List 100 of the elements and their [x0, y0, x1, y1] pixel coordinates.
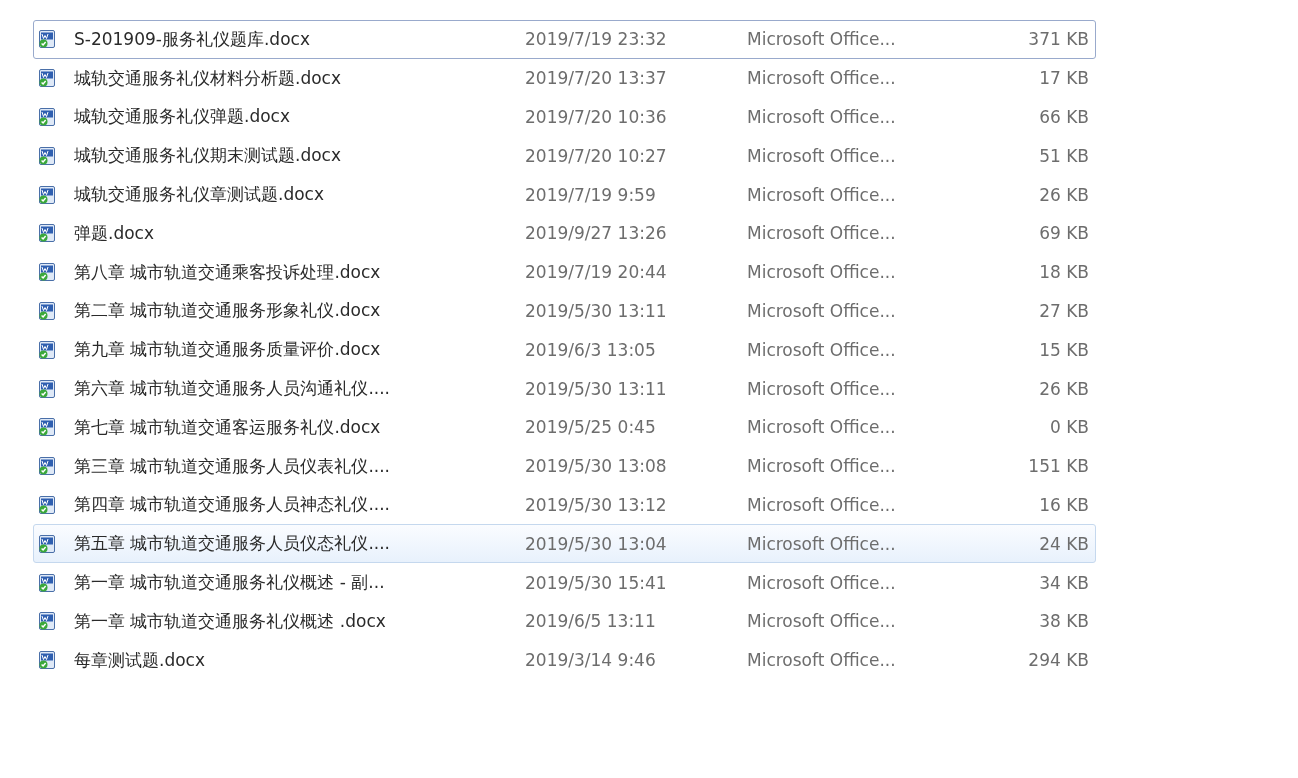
- file-name: 城轨交通服务礼仪材料分析题.docx: [74, 66, 341, 90]
- file-row[interactable]: 第三章 城市轨道交通服务人员仪表礼仪.... 2019/5/30 13:08 Microsoft Office... 151 KB: [33, 446, 1096, 486]
- file-row[interactable]: 城轨交通服务礼仪章测试题.docx 2019/7/19 9:59 Microsoft Office... 26 KB: [33, 175, 1096, 214]
- file-size: 26 KB: [1039, 378, 1089, 399]
- file-row[interactable]: S-201909-服务礼仪题库.docx 2019/7/19 23:32 Microsoft Office... 371 KB: [33, 20, 1096, 59]
- modified-date: 2019/7/20 10:27: [525, 145, 668, 166]
- file-type: Microsoft Office...: [747, 572, 897, 593]
- modified-date: 2019/5/30 13:04: [525, 533, 668, 554]
- file-row[interactable]: 城轨交通服务礼仪期末测试题.docx 2019/7/20 10:27 Microsoft Office... 51 KB: [33, 136, 1096, 176]
- file-size: 17 KB: [1039, 68, 1089, 89]
- file-size: 16 KB: [1039, 494, 1089, 515]
- modified-date: 2019/7/20 13:37: [525, 68, 668, 89]
- modified-date: 2019/3/14 9:46: [525, 650, 657, 671]
- file-size: 18 KB: [1039, 262, 1089, 283]
- file-type: Microsoft Office...: [747, 456, 897, 477]
- modified-date: 2019/5/30 13:12: [525, 494, 668, 515]
- modified-date: 2019/9/27 13:26: [525, 223, 668, 244]
- file-size: 26 KB: [1039, 184, 1089, 205]
- file-type: Microsoft Office...: [747, 378, 897, 399]
- word-document-icon: [37, 339, 57, 360]
- file-size: 0 KB: [1049, 417, 1089, 438]
- word-document-icon: [37, 29, 57, 50]
- file-type: Microsoft Office...: [747, 300, 897, 321]
- file-size: 27 KB: [1039, 300, 1089, 321]
- file-size: 51 KB: [1039, 145, 1089, 166]
- file-type: Microsoft Office...: [747, 611, 897, 632]
- file-name: 第六章 城市轨道交通服务人员沟通礼仪....: [74, 377, 391, 401]
- file-size: 69 KB: [1039, 223, 1089, 244]
- word-document-icon: [37, 145, 57, 166]
- modified-date: 2019/7/19 9:59: [525, 184, 657, 205]
- file-row[interactable]: 第八章 城市轨道交通乘客投诉处理.docx 2019/7/19 20:44 Microsoft Office... 18 KB: [33, 252, 1096, 292]
- file-name: 弹题.docx: [74, 221, 154, 245]
- file-size: 66 KB: [1039, 107, 1089, 127]
- modified-date: 2019/5/30 15:41: [525, 572, 668, 593]
- file-row[interactable]: 城轨交通服务礼仪材料分析题.docx 2019/7/20 13:37 Microsoft Office... 17 KB: [33, 58, 1096, 98]
- file-name: 第五章 城市轨道交通服务人员仪态礼仪....: [74, 532, 391, 556]
- file-row[interactable]: 第七章 城市轨道交通客运服务礼仪.docx 2019/5/25 0:45 Microsoft Office... 0 KB: [33, 407, 1096, 447]
- word-document-icon: [37, 533, 57, 554]
- file-type: Microsoft Office...: [747, 262, 897, 283]
- modified-date: 2019/5/30 13:11: [525, 300, 668, 321]
- file-name: 第八章 城市轨道交通乘客投诉处理.docx: [74, 260, 381, 284]
- file-size: 24 KB: [1039, 533, 1089, 554]
- file-size: 294 KB: [1028, 650, 1089, 671]
- file-name: 第四章 城市轨道交通服务人员神态礼仪....: [74, 493, 391, 517]
- file-row[interactable]: 弹题.docx 2019/9/27 13:26 Microsoft Office... 69 KB: [33, 214, 1096, 253]
- modified-date: 2019/6/3 13:05: [525, 339, 657, 360]
- file-type: Microsoft Office...: [747, 29, 897, 50]
- file-type: Microsoft Office...: [747, 184, 897, 205]
- file-size: 34 KB: [1039, 572, 1089, 593]
- file-name: 第三章 城市轨道交通服务人员仪表礼仪....: [74, 454, 391, 478]
- modified-date: 2019/7/19 23:32: [525, 29, 668, 50]
- file-name: 第一章 城市轨道交通服务礼仪概述 .docx: [74, 609, 386, 633]
- file-type: Microsoft Office...: [747, 417, 897, 438]
- file-row[interactable]: 第五章 城市轨道交通服务人员仪态礼仪.... 2019/5/30 13:04 Microsoft Office... 24 KB: [33, 524, 1096, 564]
- file-size: 15 KB: [1039, 339, 1089, 360]
- modified-date: 2019/5/30 13:11: [525, 378, 668, 399]
- file-size: 371 KB: [1028, 29, 1089, 50]
- file-row[interactable]: 第一章 城市轨道交通服务礼仪概述 .docx 2019/6/5 13:11 Microsoft Office... 38 KB: [33, 601, 1096, 641]
- word-document-icon: [37, 378, 57, 399]
- file-row[interactable]: 第一章 城市轨道交通服务礼仪概述 - 副... 2019/5/30 15:41 Microsoft Office... 34 KB: [33, 563, 1096, 602]
- word-document-icon: [37, 107, 57, 127]
- modified-date: 2019/5/25 0:45: [525, 417, 657, 438]
- modified-date: 2019/6/5 13:11: [525, 611, 657, 632]
- file-name: 第九章 城市轨道交通服务质量评价.docx: [74, 338, 381, 362]
- file-row[interactable]: 第六章 城市轨道交通服务人员沟通礼仪.... 2019/5/30 13:11 Microsoft Office... 26 KB: [33, 369, 1096, 408]
- file-type: Microsoft Office...: [747, 107, 897, 127]
- file-type: Microsoft Office...: [747, 223, 897, 244]
- word-document-icon: [37, 262, 57, 283]
- file-row[interactable]: 每章测试题.docx 2019/3/14 9:46 Microsoft Office... 294 KB: [33, 640, 1096, 680]
- file-type: Microsoft Office...: [747, 339, 897, 360]
- file-row[interactable]: 第九章 城市轨道交通服务质量评价.docx 2019/6/3 13:05 Microsoft Office... 15 KB: [33, 330, 1096, 370]
- word-document-icon: [37, 456, 57, 477]
- file-type: Microsoft Office...: [747, 650, 897, 671]
- word-document-icon: [37, 300, 57, 321]
- word-document-icon: [37, 68, 57, 89]
- file-name: 城轨交通服务礼仪弹题.docx: [74, 105, 290, 129]
- file-size: 151 KB: [1028, 456, 1089, 477]
- file-row[interactable]: 第四章 城市轨道交通服务人员神态礼仪.... 2019/5/30 13:12 Microsoft Office... 16 KB: [33, 485, 1096, 525]
- modified-date: 2019/5/30 13:08: [525, 456, 668, 477]
- file-size: 38 KB: [1039, 611, 1089, 632]
- word-document-icon: [37, 417, 57, 438]
- modified-date: 2019/7/19 20:44: [525, 262, 668, 283]
- word-document-icon: [37, 184, 57, 205]
- file-name: 第七章 城市轨道交通客运服务礼仪.docx: [74, 415, 381, 439]
- modified-date: 2019/7/20 10:36: [525, 107, 668, 127]
- file-name: 城轨交通服务礼仪章测试题.docx: [74, 183, 324, 207]
- word-document-icon: [37, 572, 57, 593]
- word-document-icon: [37, 223, 57, 244]
- file-type: Microsoft Office...: [747, 145, 897, 166]
- file-name: 第一章 城市轨道交通服务礼仪概述 - 副...: [74, 571, 385, 595]
- word-document-icon: [37, 611, 57, 632]
- file-name: 城轨交通服务礼仪期末测试题.docx: [74, 144, 341, 168]
- file-name: S-201909-服务礼仪题库.docx: [74, 27, 310, 51]
- file-row[interactable]: 城轨交通服务礼仪弹题.docx 2019/7/20 10:36 Microsoft Office... 66 KB: [33, 97, 1096, 137]
- file-type: Microsoft Office...: [747, 533, 897, 554]
- file-row[interactable]: 第二章 城市轨道交通服务形象礼仪.docx 2019/5/30 13:11 Microsoft Office... 27 KB: [33, 291, 1096, 331]
- word-document-icon: [37, 494, 57, 515]
- file-name: 每章测试题.docx: [74, 648, 205, 672]
- word-document-icon: [37, 650, 57, 671]
- file-name: 第二章 城市轨道交通服务形象礼仪.docx: [74, 299, 381, 323]
